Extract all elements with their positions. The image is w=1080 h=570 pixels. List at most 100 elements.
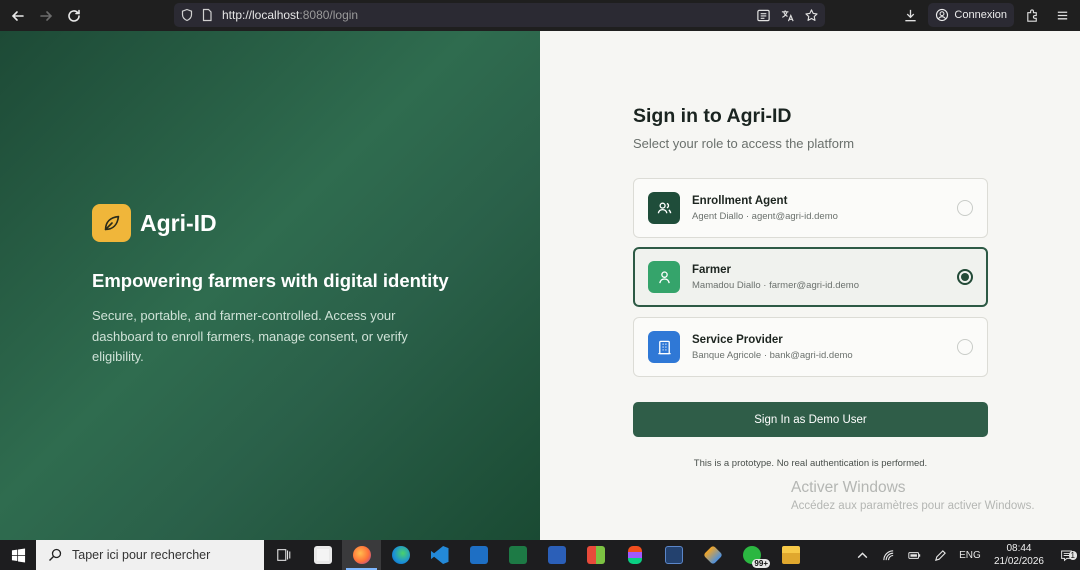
folder-icon bbox=[781, 546, 800, 564]
url-path: :8080/login bbox=[299, 8, 359, 22]
page-subtitle: Select your role to access the platform bbox=[633, 136, 855, 151]
bookmark-star-icon[interactable] bbox=[803, 7, 819, 23]
role-option-service-provider[interactable]: Service Provider Banque Agricole · bank@… bbox=[633, 317, 988, 377]
menu-button[interactable] bbox=[1050, 3, 1074, 27]
notification-count: 1 bbox=[1068, 550, 1077, 560]
watermark-title: Activer Windows bbox=[791, 479, 906, 496]
edge-icon bbox=[391, 546, 410, 564]
account-button[interactable]: Connexion bbox=[928, 3, 1014, 27]
leaf-logo-icon bbox=[92, 204, 131, 242]
sign-in-button[interactable]: Sign In as Demo User bbox=[633, 402, 988, 437]
start-button[interactable] bbox=[0, 540, 36, 570]
watermark-subtitle: Accédez aux paramètres pour activer Wind… bbox=[791, 500, 1035, 512]
taskbar-figma[interactable] bbox=[615, 540, 654, 570]
word-icon bbox=[547, 546, 566, 564]
role-meta: Agent Diallo · agent@agri-id.demo bbox=[692, 210, 838, 222]
battery-icon bbox=[908, 551, 921, 559]
taskbar-word[interactable] bbox=[537, 540, 576, 570]
taskbar: Taper ici pour rechercher 99+ ENG 08:44 … bbox=[0, 540, 1080, 570]
pen-icon bbox=[935, 549, 947, 561]
url-host: http://localhost bbox=[222, 8, 300, 22]
taskbar-file-explorer[interactable] bbox=[771, 540, 810, 570]
translate-icon[interactable] bbox=[779, 7, 795, 23]
notification-center-button[interactable]: 1 bbox=[1052, 549, 1080, 562]
store-icon bbox=[313, 546, 332, 564]
hamburger-icon bbox=[1057, 11, 1067, 19]
clock-time: 08:44 bbox=[1006, 543, 1032, 554]
browser-toolbar: http://localhost:8080/login Connexion bbox=[0, 0, 1080, 31]
role-radio[interactable] bbox=[957, 339, 973, 355]
task-view-button[interactable] bbox=[264, 540, 303, 570]
users-icon bbox=[648, 192, 680, 224]
hero-description: Secure, portable, and farmer-controlled.… bbox=[92, 308, 408, 364]
wifi-icon bbox=[883, 549, 894, 560]
arrow-right-icon bbox=[40, 10, 53, 21]
taskbar-excel[interactable] bbox=[498, 540, 537, 570]
back-button[interactable] bbox=[4, 2, 32, 30]
downloads-button[interactable] bbox=[898, 3, 922, 27]
app-diamond-icon bbox=[702, 545, 723, 565]
reload-button[interactable] bbox=[60, 2, 88, 30]
shield-icon[interactable] bbox=[180, 8, 194, 22]
battery-button[interactable] bbox=[902, 549, 928, 562]
whatsapp-badge: 99+ bbox=[752, 559, 770, 568]
address-bar[interactable]: http://localhost:8080/login bbox=[174, 3, 825, 27]
disclaimer-text: This is a prototype. No real authenticat… bbox=[693, 458, 928, 469]
taskbar-app-diamond[interactable] bbox=[693, 540, 732, 570]
brand: Agri-ID bbox=[92, 204, 217, 242]
sign-in-panel: Sign in to Agri-ID Select your role to a… bbox=[540, 31, 1080, 540]
url-text: http://localhost:8080/login bbox=[222, 8, 358, 22]
role-radio-selected[interactable] bbox=[957, 269, 973, 285]
brand-name: Agri-ID bbox=[140, 209, 217, 236]
page-info-icon[interactable] bbox=[200, 8, 214, 22]
app-grid-icon bbox=[586, 546, 605, 564]
taskbar-firefox[interactable] bbox=[342, 540, 381, 570]
extensions-button[interactable] bbox=[1020, 3, 1044, 27]
arrow-left-icon bbox=[11, 10, 24, 21]
role-name: Service Provider bbox=[692, 333, 783, 346]
role-meta: Banque Agricole · bank@agri-id.demo bbox=[692, 349, 853, 361]
role-option-enrollment-agent[interactable]: Enrollment Agent Agent Diallo · agent@ag… bbox=[633, 178, 988, 238]
network-button[interactable] bbox=[876, 549, 902, 562]
taskbar-edge[interactable] bbox=[381, 540, 420, 570]
forward-button[interactable] bbox=[32, 2, 60, 30]
task-view-icon bbox=[276, 549, 290, 561]
clock-date: 21/02/2026 bbox=[993, 556, 1044, 567]
role-radio[interactable] bbox=[957, 200, 973, 216]
reload-icon bbox=[68, 9, 80, 22]
search-placeholder: Taper ici pour rechercher bbox=[72, 548, 211, 562]
taskbar-app-blue[interactable] bbox=[654, 540, 693, 570]
role-name: Enrollment Agent bbox=[692, 194, 788, 207]
hero-title: Empowering farmers with digital identity bbox=[92, 270, 449, 291]
hero-panel: Agri-ID Empowering farmers with digital … bbox=[0, 31, 540, 540]
windows-activation-watermark: Activer Windows Accédez aux paramètres p… bbox=[791, 479, 1035, 512]
puzzle-icon bbox=[1026, 8, 1037, 22]
reader-view-icon[interactable] bbox=[755, 7, 771, 23]
taskbar-vscode[interactable] bbox=[420, 540, 459, 570]
taskbar-app-grid[interactable] bbox=[576, 540, 615, 570]
taskbar-search[interactable]: Taper ici pour rechercher bbox=[36, 540, 264, 570]
taskbar-whatsapp[interactable]: 99+ bbox=[732, 540, 771, 570]
app-blue-icon bbox=[664, 546, 683, 564]
chevron-up-icon bbox=[858, 551, 868, 558]
building-icon bbox=[648, 331, 680, 363]
pen-button[interactable] bbox=[928, 549, 954, 562]
windows-logo-icon bbox=[11, 547, 25, 563]
role-option-farmer[interactable]: Farmer Mamadou Diallo · farmer@agri-id.d… bbox=[633, 247, 988, 307]
download-icon bbox=[905, 9, 916, 21]
account-label: Connexion bbox=[954, 9, 1007, 21]
excel-icon bbox=[508, 546, 527, 564]
tray-overflow-button[interactable] bbox=[850, 549, 876, 562]
search-icon bbox=[49, 548, 62, 561]
language-indicator[interactable]: ENG bbox=[954, 550, 986, 561]
role-name: Farmer bbox=[692, 263, 731, 276]
page-title: Sign in to Agri-ID bbox=[633, 105, 792, 127]
role-meta: Mamadou Diallo · farmer@agri-id.demo bbox=[692, 279, 859, 291]
taskbar-store[interactable] bbox=[303, 540, 342, 570]
outlook-icon bbox=[469, 546, 488, 564]
user-icon bbox=[648, 261, 680, 293]
taskbar-outlook[interactable] bbox=[459, 540, 498, 570]
figma-icon bbox=[627, 546, 642, 564]
account-icon bbox=[936, 8, 949, 22]
clock[interactable]: 08:44 21/02/2026 bbox=[994, 542, 1044, 568]
